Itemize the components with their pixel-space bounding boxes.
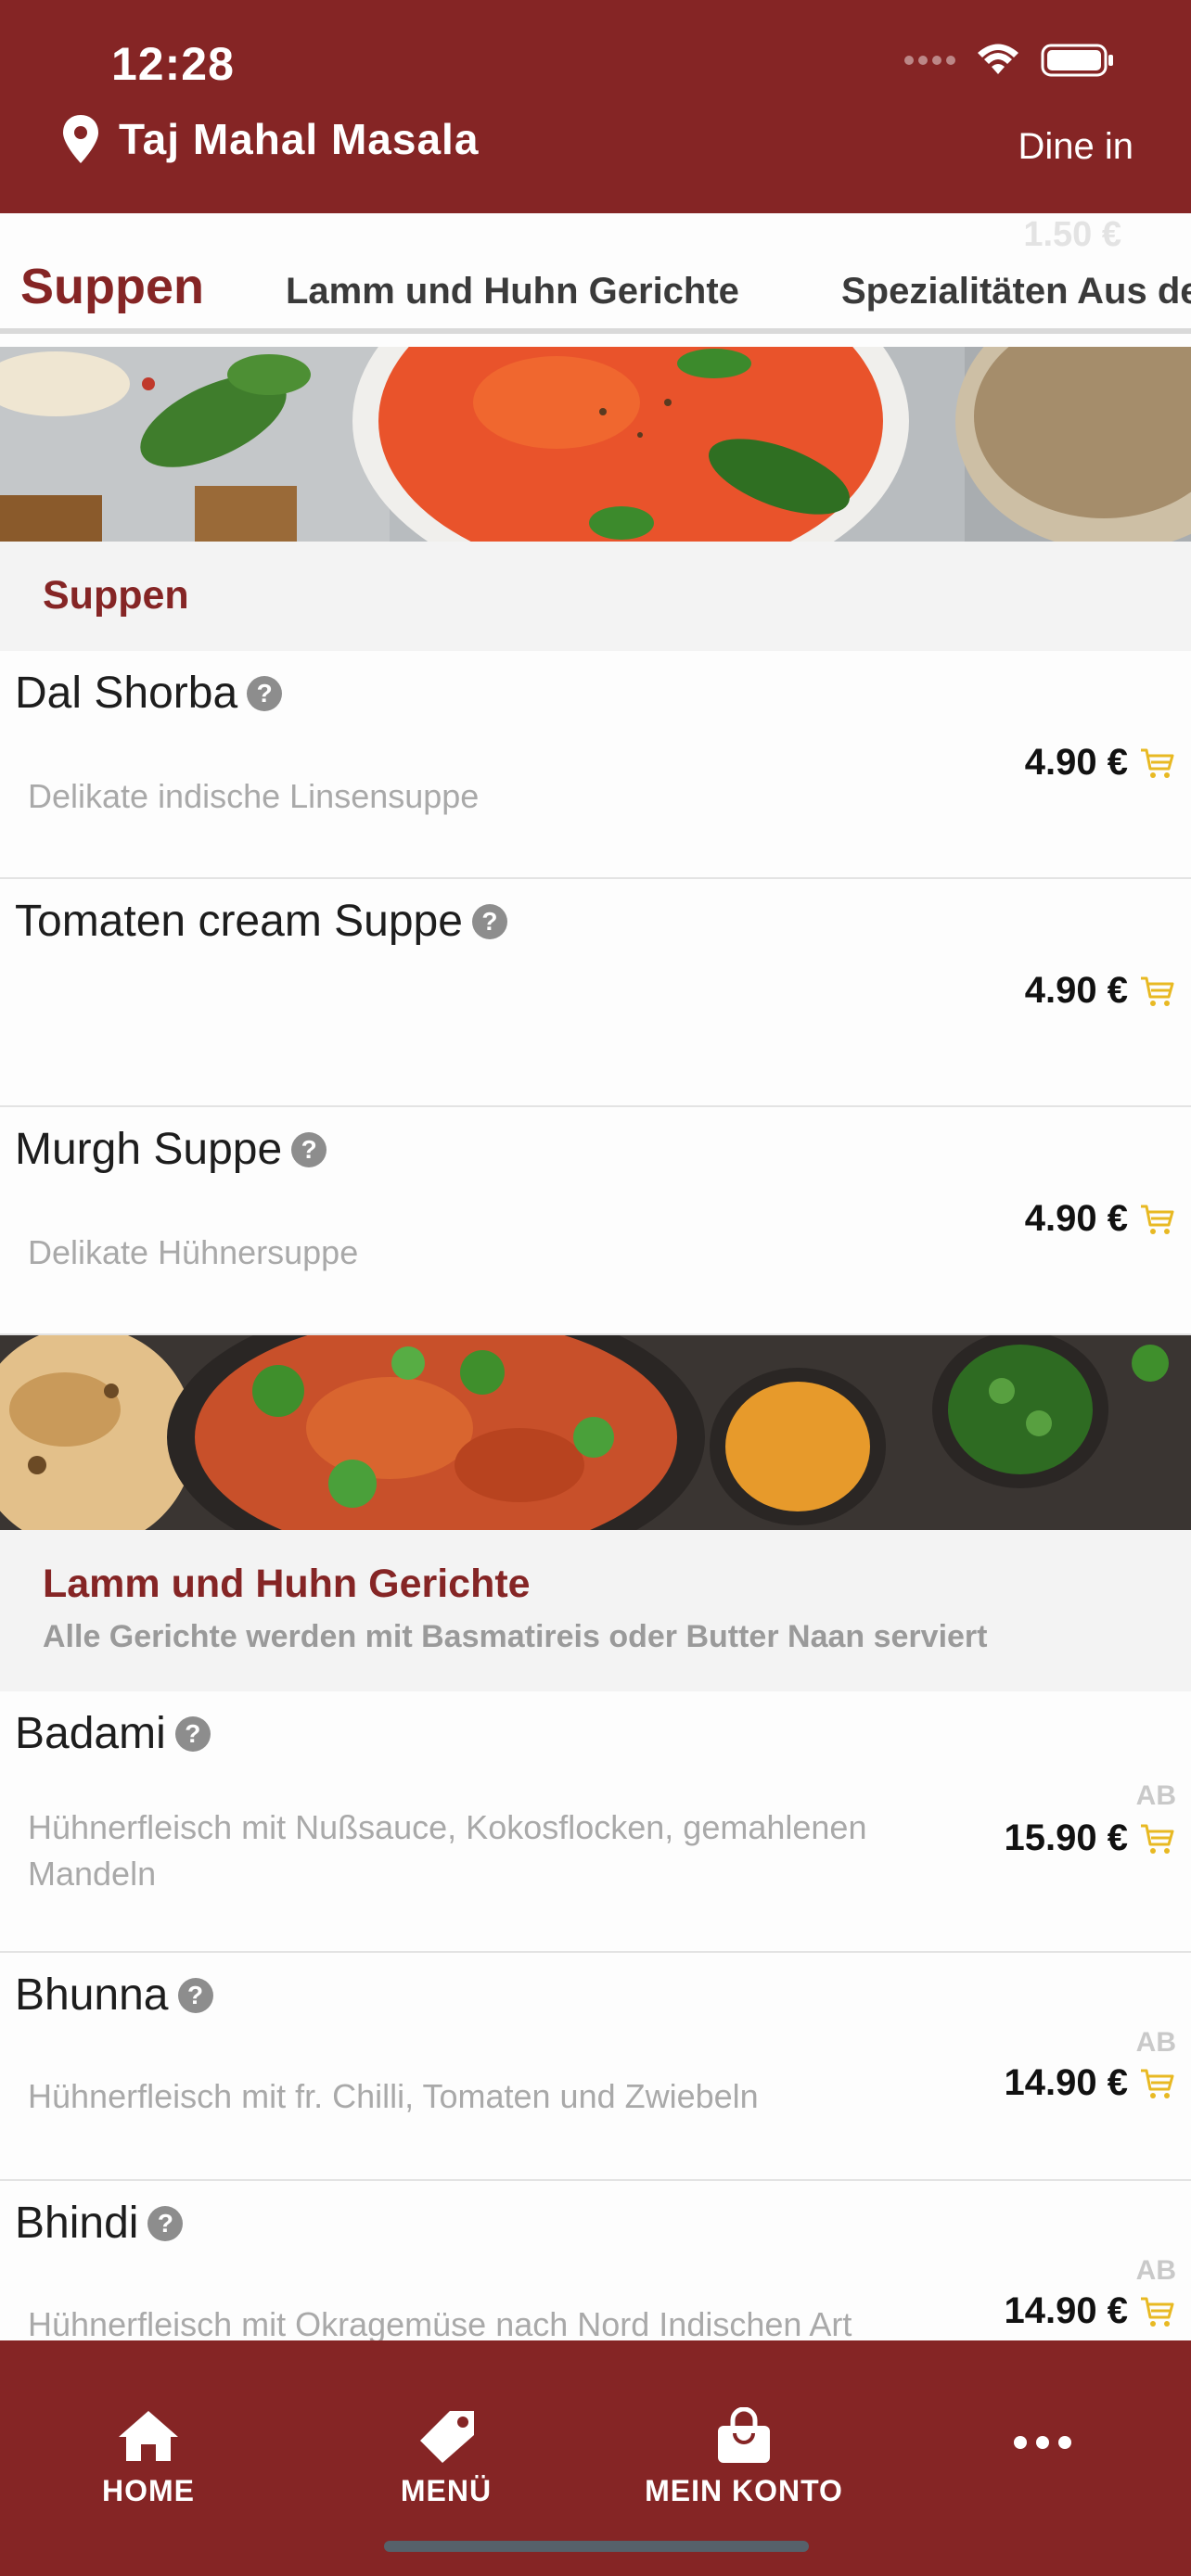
menu-item[interactable]: Dal Shorba? Delikate indische Linsensupp… xyxy=(0,651,1191,879)
tab-suppen[interactable]: Suppen xyxy=(20,258,204,315)
menu-item[interactable]: Tomaten cream Suppe? 4.90 € xyxy=(0,879,1191,1107)
info-icon[interactable]: ? xyxy=(177,1977,213,2013)
item-price: 4.90 € xyxy=(1024,970,1128,1011)
tab-spezialitaeten[interactable]: Spezialitäten Aus de xyxy=(841,271,1191,312)
cart-icon xyxy=(1141,2069,1174,2098)
location-pin-icon xyxy=(63,115,98,163)
soup-banner-image xyxy=(0,347,1191,542)
restaurant-name: Taj Mahal Masala xyxy=(119,115,480,163)
tab-lamm-und-huhn[interactable]: Lamm und Huhn Gerichte xyxy=(286,271,739,312)
item-name: Murgh Suppe? xyxy=(15,1124,327,1175)
signal-icon xyxy=(904,56,955,65)
item-name: Bhindi? xyxy=(15,2198,184,2249)
nav-label: MENÜ xyxy=(400,2474,493,2507)
home-indicator[interactable] xyxy=(384,2541,809,2552)
nav-home[interactable]: HOME xyxy=(37,2407,260,2508)
curry-banner-image xyxy=(0,1335,1191,1530)
section-subtitle: Alle Gerichte werden mit Basmatireis ode… xyxy=(43,1619,988,1654)
item-price: 14.90 € xyxy=(1004,2062,1128,2103)
location-selector[interactable]: Taj Mahal Masala xyxy=(61,113,479,165)
section-header-lamm-und-huhn: Lamm und Huhn Gerichte Alle Gerichte wer… xyxy=(0,1530,1191,1691)
menu-item[interactable]: Badami? Hühnerfleisch mit Nußsauce, Koko… xyxy=(0,1691,1191,1953)
item-description: Delikate indische Linsensuppe xyxy=(28,777,480,815)
app-screen: 12:28 Taj Mahal Masala Dine in 1.50 € Su… xyxy=(0,0,1191,2576)
home-icon xyxy=(119,2411,178,2461)
price-add-to-cart[interactable]: 14.90 € xyxy=(1005,2062,1176,2104)
info-icon[interactable]: ? xyxy=(174,1715,211,1752)
price-add-to-cart[interactable]: 4.90 € xyxy=(1025,742,1176,784)
nav-label: MEIN KONTO xyxy=(645,2474,843,2507)
scrolled-price-ghost: 1.50 € xyxy=(1023,215,1121,254)
order-mode-button[interactable]: Dine in xyxy=(1018,126,1133,168)
nav-account[interactable]: MEIN KONTO xyxy=(633,2407,855,2508)
cart-icon xyxy=(1141,1824,1174,1854)
tag-icon xyxy=(420,2411,474,2463)
price-prefix: AB xyxy=(1135,2027,1176,2058)
shopping-bag-icon xyxy=(718,2407,770,2463)
price-add-to-cart[interactable]: 4.90 € xyxy=(1025,1198,1176,1240)
price-add-to-cart[interactable]: 4.90 € xyxy=(1025,970,1176,1012)
item-price: 14.90 € xyxy=(1004,2290,1128,2331)
battery-icon xyxy=(1041,44,1113,77)
section-title: Lamm und Huhn Gerichte xyxy=(43,1562,531,1606)
menu-item[interactable]: Bhunna? Hühnerfleisch mit fr. Chilli, To… xyxy=(0,1953,1191,2181)
section-title: Suppen xyxy=(43,573,189,618)
nav-more[interactable] xyxy=(931,2433,1154,2461)
price-prefix: AB xyxy=(1135,1780,1176,1811)
more-icon xyxy=(1014,2436,1071,2449)
item-price: 4.90 € xyxy=(1024,742,1128,783)
status-icons xyxy=(904,43,1115,78)
info-icon[interactable]: ? xyxy=(291,1131,327,1167)
item-description: Delikate Hühnersuppe xyxy=(28,1233,359,1271)
app-header: 12:28 Taj Mahal Masala Dine in xyxy=(0,0,1191,213)
info-icon[interactable]: ? xyxy=(471,903,507,939)
item-name: Dal Shorba? xyxy=(15,668,283,719)
item-description: Hühnerfleisch mit Nußsauce, Kokosflocken… xyxy=(28,1808,867,1893)
price-prefix: AB xyxy=(1135,2255,1176,2286)
info-icon[interactable]: ? xyxy=(247,675,283,711)
item-description: Hühnerfleisch mit fr. Chilli, Tomaten un… xyxy=(28,2077,759,2115)
cart-icon xyxy=(1141,976,1174,1006)
item-name: Badami? xyxy=(15,1708,211,1759)
price-add-to-cart[interactable]: 15.90 € xyxy=(1005,1817,1176,1859)
menu-item[interactable]: Murgh Suppe? Delikate Hühnersuppe 4.90 € xyxy=(0,1107,1191,1335)
cart-icon xyxy=(1141,2297,1174,2327)
nav-menu[interactable]: MENÜ xyxy=(335,2407,557,2508)
item-name: Tomaten cream Suppe? xyxy=(15,896,507,947)
price-add-to-cart[interactable]: 14.90 € xyxy=(1005,2290,1176,2332)
item-name: Bhunna? xyxy=(15,1970,213,2021)
info-icon[interactable]: ? xyxy=(147,2205,184,2241)
tabs-divider xyxy=(0,328,1191,334)
cart-icon xyxy=(1141,1205,1174,1234)
nav-label: HOME xyxy=(102,2474,195,2507)
status-time: 12:28 xyxy=(111,38,235,90)
category-tabs: 1.50 € Suppen Lamm und Huhn Gerichte Spe… xyxy=(0,213,1191,343)
section-header-suppen: Suppen xyxy=(0,542,1191,651)
cart-icon xyxy=(1141,748,1174,778)
item-price: 15.90 € xyxy=(1004,1817,1128,1858)
wifi-icon xyxy=(978,44,1018,74)
item-price: 4.90 € xyxy=(1024,1198,1128,1239)
